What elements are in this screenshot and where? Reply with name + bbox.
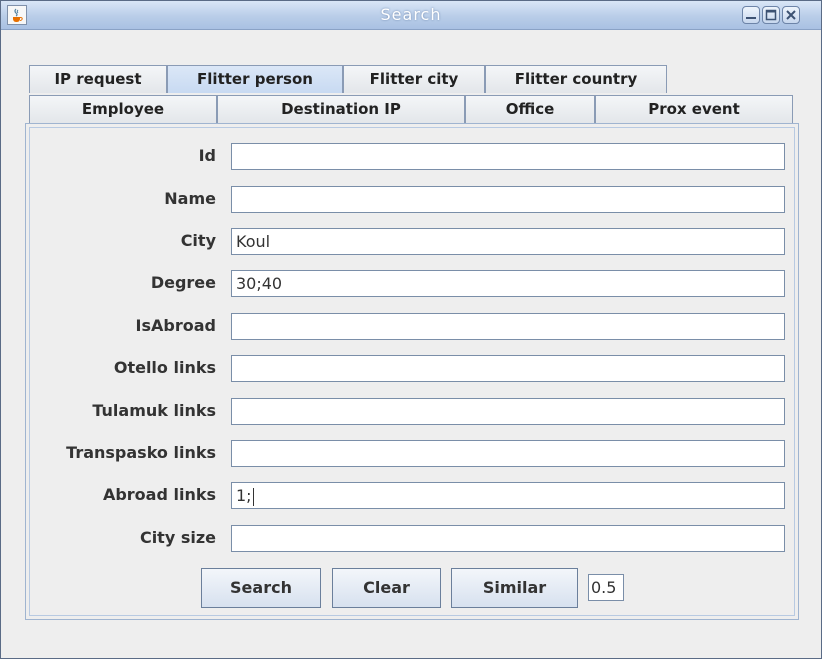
- tab-destination-ip[interactable]: Destination IP: [217, 95, 465, 123]
- search-window: Search IP request Flitter person Flitter…: [0, 0, 822, 659]
- similarity-threshold-field[interactable]: 0.5: [588, 574, 624, 601]
- window-title: Search: [380, 5, 442, 24]
- tab-prox-event[interactable]: Prox event: [595, 95, 793, 123]
- tulamuk-links-field[interactable]: [231, 398, 785, 425]
- otello-links-label: Otello links: [113, 358, 216, 377]
- tab-employee[interactable]: Employee: [29, 95, 217, 123]
- maximize-icon: [765, 9, 777, 21]
- name-field[interactable]: [231, 186, 785, 213]
- title-bar[interactable]: Search: [1, 1, 821, 30]
- isabroad-field[interactable]: [231, 313, 785, 340]
- close-button[interactable]: [782, 6, 800, 24]
- similar-button[interactable]: Similar: [451, 568, 578, 608]
- text-caret: [252, 487, 254, 506]
- tab-ip-request[interactable]: IP request: [29, 65, 167, 93]
- minimize-icon: [746, 17, 756, 19]
- degree-field[interactable]: 30;40: [231, 270, 785, 297]
- abroad-links-label: Abroad links: [102, 485, 216, 504]
- city-size-label: City size: [139, 528, 216, 547]
- id-field[interactable]: [231, 143, 785, 170]
- isabroad-label: IsAbroad: [135, 316, 216, 335]
- tab-flitter-person[interactable]: Flitter person: [167, 65, 343, 93]
- city-label: City: [180, 231, 216, 250]
- name-label: Name: [164, 189, 216, 208]
- tab-office[interactable]: Office: [465, 95, 595, 123]
- close-icon: [786, 10, 796, 20]
- transpasko-links-label: Transpasko links: [66, 443, 216, 462]
- city-size-field[interactable]: [231, 525, 785, 552]
- tab-flitter-country[interactable]: Flitter country: [485, 65, 667, 93]
- maximize-button[interactable]: [762, 6, 780, 24]
- clear-button[interactable]: Clear: [332, 568, 441, 608]
- city-field[interactable]: Koul: [231, 228, 785, 255]
- degree-label: Degree: [150, 273, 216, 292]
- tulamuk-links-label: Tulamuk links: [92, 401, 216, 420]
- search-button[interactable]: Search: [201, 568, 321, 608]
- abroad-links-value: 1;: [236, 486, 252, 505]
- abroad-links-field[interactable]: 1;: [231, 482, 785, 509]
- transpasko-links-field[interactable]: [231, 440, 785, 467]
- otello-links-field[interactable]: [231, 355, 785, 382]
- tab-flitter-city[interactable]: Flitter city: [343, 65, 485, 93]
- minimize-button[interactable]: [742, 6, 760, 24]
- id-label: Id: [198, 146, 216, 165]
